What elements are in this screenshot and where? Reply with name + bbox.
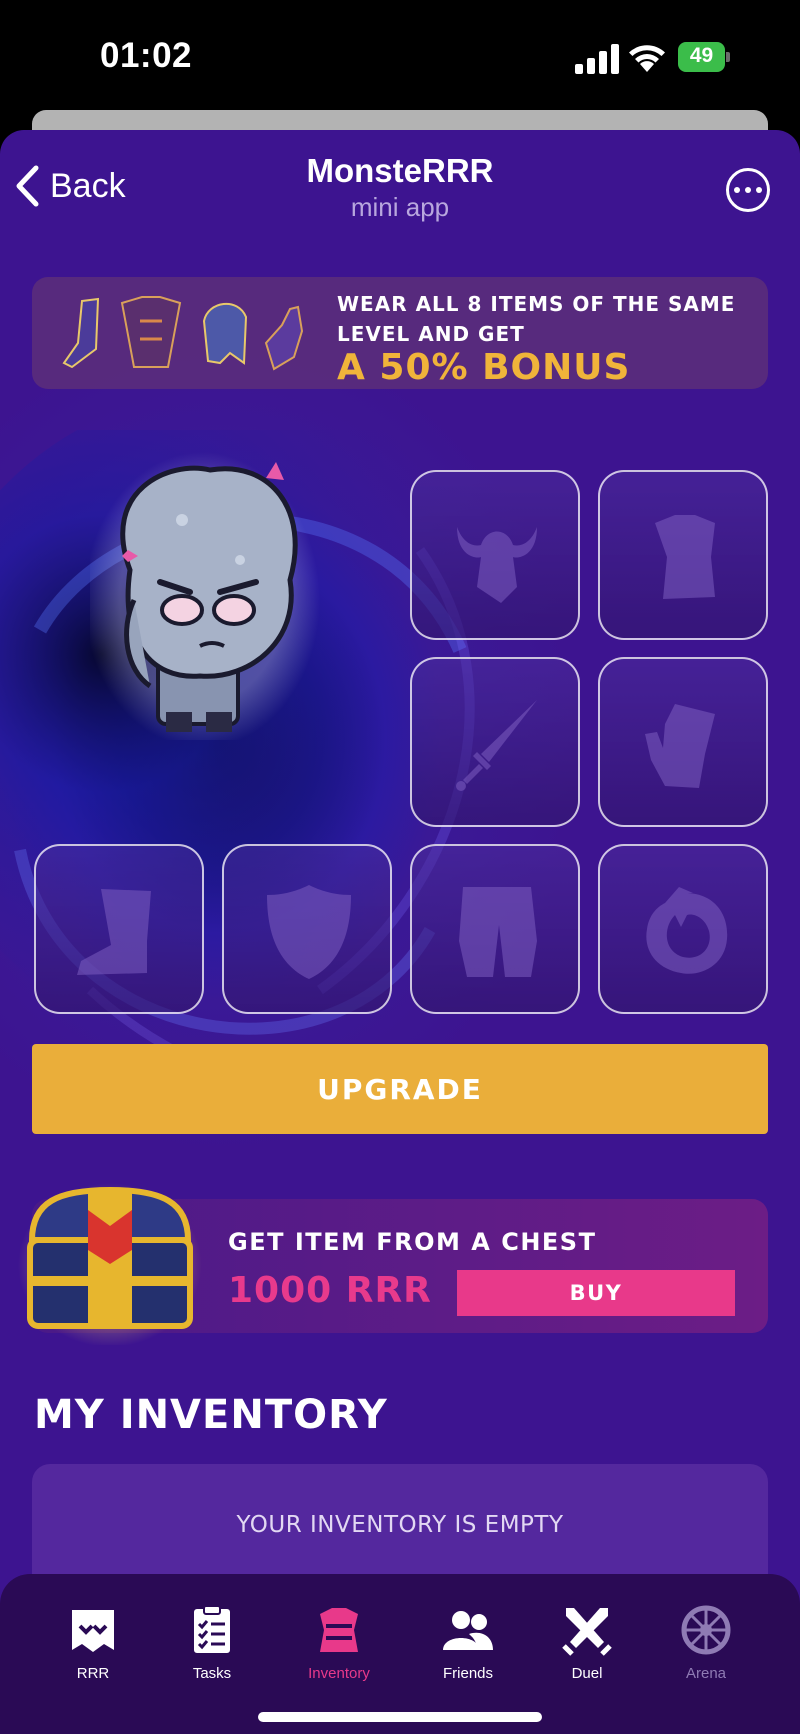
bonus-banner: WEAR ALL 8 ITEMS OF THE SAME LEVEL AND G… [32,277,768,389]
sword-icon [456,700,537,791]
crossed-swords-icon [562,1608,612,1656]
battery-percent: 49 [689,44,714,67]
gauntlet-icon [264,305,304,371]
app-title: MonsteRRR [306,152,494,189]
app-subtitle: mini app [350,192,450,222]
shield-icon [267,885,351,979]
tab-label: Arena [685,1665,727,1682]
helmet-icon [202,302,248,365]
equipment-slot-armor[interactable] [598,470,768,640]
equipment-slot-boots[interactable] [34,844,204,1014]
more-options-button[interactable] [726,168,770,212]
bonus-text: WEAR ALL 8 ITEMS OF THE SAME LEVEL AND G… [337,292,736,346]
inventory-empty-message: YOUR INVENTORY IS EMPTY [236,1512,564,1538]
chest-price: 1000 RRR [228,1270,432,1311]
boot-icon [62,297,100,369]
ring-icon [646,887,728,974]
tab-label: Friends [442,1665,494,1682]
equipment-slot-helmet[interactable] [410,470,580,640]
boot-icon [77,889,151,975]
tab-tasks[interactable]: Tasks [162,1604,262,1694]
pants-icon [459,887,537,977]
tab-duel[interactable]: Duel [537,1604,637,1694]
status-bar: 01:02 49 [0,0,800,110]
tab-label: Tasks [192,1665,232,1682]
tab-arena[interactable]: Arena [656,1604,756,1694]
upgrade-button[interactable]: UPGRADE [32,1044,768,1134]
cellular-signal-icon [575,42,619,74]
monster-character [90,452,320,740]
tab-inventory[interactable]: Inventory [289,1604,389,1694]
tab-label: Inventory [308,1665,370,1682]
tab-friends[interactable]: Friends [418,1604,518,1694]
tab-label: RRR [76,1665,110,1682]
armor-icon [655,515,715,599]
battery-icon: 49 [678,42,730,72]
armor-icon [320,1608,358,1652]
clipboard-icon [194,1605,230,1653]
chest-offer-title: GET ITEM FROM A CHEST [228,1228,597,1256]
home-indicator [258,1712,542,1722]
tab-rrr[interactable]: RRR [43,1604,143,1694]
equipment-slot-weapon[interactable] [410,657,580,827]
bonus-items-illustration [62,296,304,371]
glove-icon [645,704,715,788]
monster-icon [72,1610,114,1652]
wheel-icon [681,1605,731,1655]
wifi-icon [629,45,665,72]
status-time: 01:02 [100,36,193,75]
buy-chest-button[interactable]: BUY [457,1270,735,1316]
equipment-slot-gloves[interactable] [598,657,768,827]
inventory-heading: MY INVENTORY [34,1392,388,1438]
equipment-slot-pants[interactable] [410,844,580,1014]
equipment-slot-ring[interactable] [598,844,768,1014]
mini-app-container: Back MonsteRRR mini app WEAR ALL 8 ITEMS… [0,130,800,1734]
bottom-tab-bar: RRR Tasks Inventory Friends Duel Arena [0,1574,800,1734]
friends-icon [443,1611,493,1650]
tab-label: Duel [571,1665,603,1682]
treasure-chest-icon [18,1183,202,1345]
horned-helmet-icon [457,527,537,603]
equipment-slot-shield[interactable] [222,844,392,1014]
bonus-highlight: A 50% BONUS [337,347,631,388]
armor-icon [120,296,182,368]
